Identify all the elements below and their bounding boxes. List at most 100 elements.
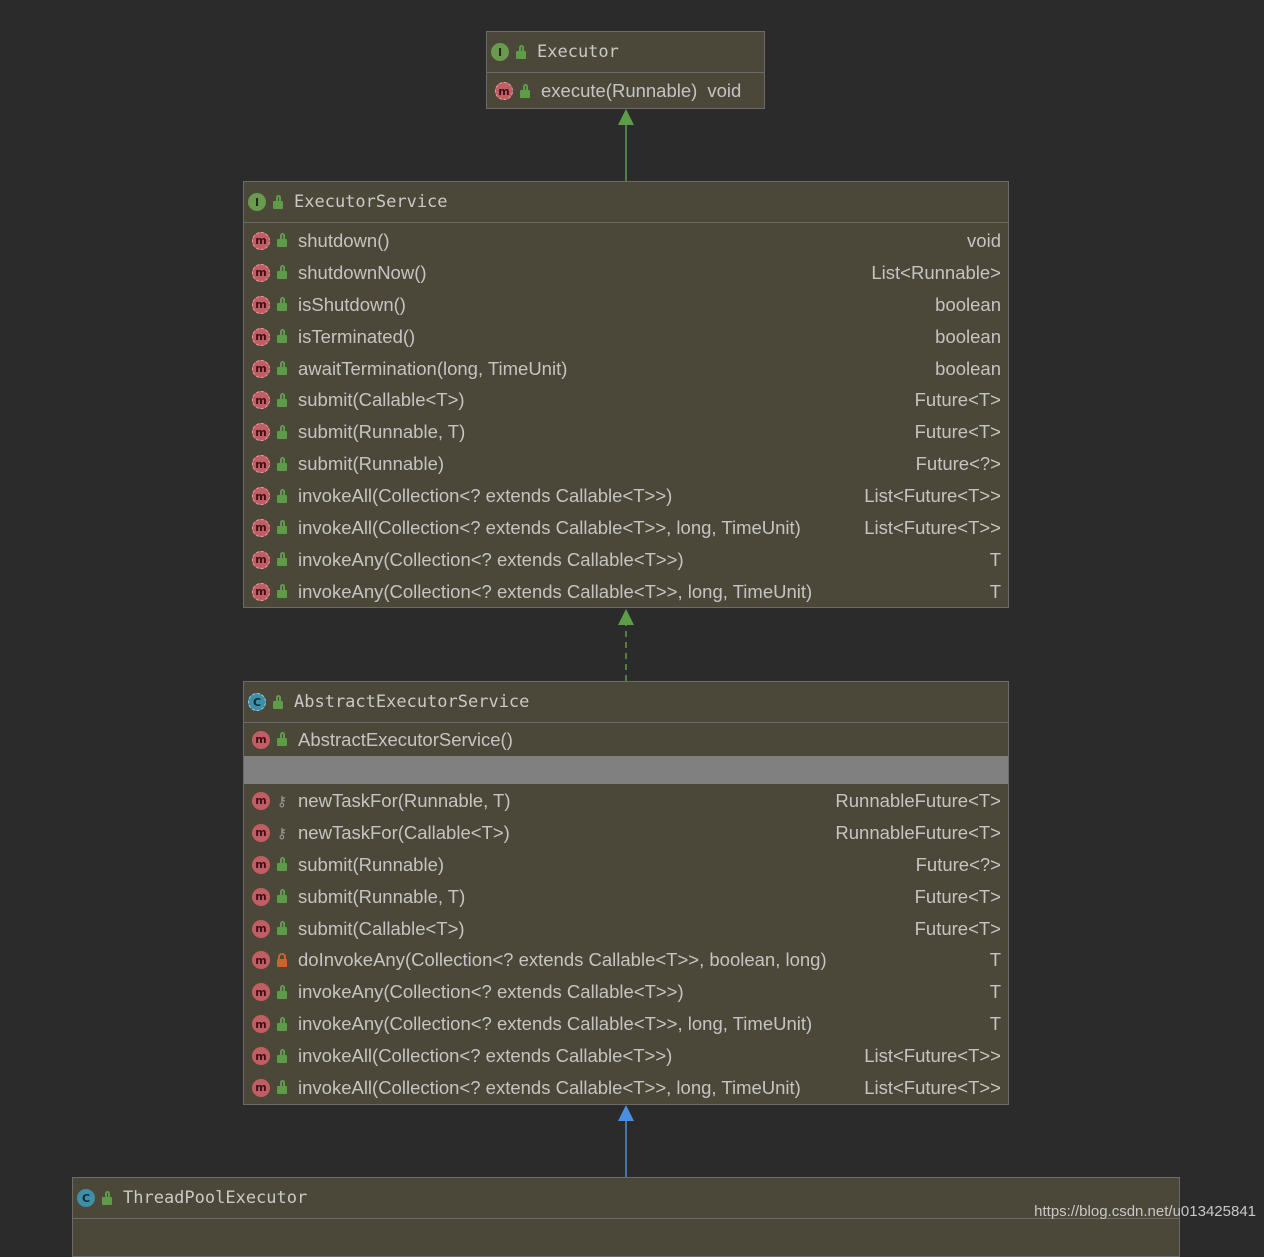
method-row[interactable]: m submit(Runnable, T) Future<T> bbox=[244, 881, 1008, 913]
method-name: invokeAny(Collection<? extends Callable<… bbox=[298, 580, 813, 602]
method-name: submit(Runnable, T) bbox=[298, 421, 466, 443]
public-lock-icon bbox=[274, 520, 290, 536]
method-name: invokeAll(Collection<? extends Callable<… bbox=[298, 1045, 673, 1067]
public-lock-icon bbox=[274, 584, 290, 600]
method-return-type: T bbox=[989, 949, 1001, 971]
method-row[interactable]: m invokeAny(Collection<? extends Callable… bbox=[244, 1008, 1008, 1040]
method-name: doInvokeAny(Collection<? extends Callabl… bbox=[298, 949, 827, 971]
fields-separator bbox=[244, 756, 1008, 784]
method-return-type: T bbox=[989, 981, 1001, 1003]
node-title: AbstractExecutorService bbox=[294, 692, 530, 712]
public-lock-icon bbox=[274, 488, 290, 504]
method-row[interactable]: m isTerminated() boolean bbox=[244, 321, 1008, 353]
threadpoolexecutor-node[interactable]: C ThreadPoolExecutor bbox=[72, 1177, 1180, 1257]
abstract-method-icon: m bbox=[495, 82, 513, 100]
node-title: ExecutorService bbox=[294, 192, 448, 212]
method-name: newTaskFor(Callable<T>) bbox=[298, 821, 510, 843]
method-return-type: T bbox=[989, 548, 1001, 570]
public-lock-icon bbox=[274, 1080, 290, 1096]
method-return-type: List<Future<T>> bbox=[864, 516, 1001, 538]
method-name: shutdownNow() bbox=[298, 261, 427, 283]
protected-key-icon: ⚷ bbox=[276, 824, 288, 841]
method-name: newTaskFor(Runnable, T) bbox=[298, 789, 511, 811]
method-name: invokeAny(Collection<? extends Callable<… bbox=[298, 548, 684, 570]
method-row[interactable]: m invokeAll(Collection<? extends Callable… bbox=[244, 1040, 1008, 1072]
method-icon: m bbox=[252, 855, 270, 874]
method-icon: m bbox=[252, 823, 270, 842]
method-name: isShutdown() bbox=[298, 293, 406, 315]
public-lock-icon bbox=[274, 456, 290, 472]
method-return-type: Future<?> bbox=[915, 453, 1001, 475]
method-row[interactable]: m doInvokeAny(Collection<? extends Callab… bbox=[244, 944, 1008, 976]
method-row[interactable]: m execute(Runnable) void bbox=[487, 73, 764, 109]
method-row[interactable]: m submit(Runnable, T) Future<T> bbox=[244, 416, 1008, 448]
method-icon: m bbox=[252, 730, 270, 749]
method-name: invokeAll(Collection<? extends Callable<… bbox=[298, 485, 673, 507]
method-return-type: Future<T> bbox=[914, 917, 1001, 939]
method-name: invokeAll(Collection<? extends Callable<… bbox=[298, 1076, 801, 1098]
method-icon: m bbox=[252, 1015, 270, 1034]
method-row[interactable]: m submit(Runnable) Future<?> bbox=[244, 448, 1008, 480]
abstract-method-icon: m bbox=[252, 391, 270, 410]
node-title: ThreadPoolExecutor bbox=[123, 1188, 308, 1208]
method-name: invokeAll(Collection<? extends Callable<… bbox=[298, 516, 801, 538]
node-header: I ExecutorService bbox=[244, 182, 1008, 223]
method-row[interactable]: m ⚷ newTaskFor(Callable<T>) RunnableFuture<… bbox=[244, 817, 1008, 849]
method-row[interactable]: m invokeAny(Collection<? extends Callable… bbox=[244, 976, 1008, 1008]
public-lock-icon bbox=[274, 392, 290, 408]
method-name: submit(Callable<T>) bbox=[298, 389, 465, 411]
abstract-method-icon: m bbox=[252, 359, 270, 378]
public-lock-icon bbox=[274, 1016, 290, 1032]
method-return-type: List<Future<T>> bbox=[864, 485, 1001, 507]
abstractexecutorservice-node[interactable]: C AbstractExecutorService m AbstractExec… bbox=[243, 681, 1009, 1105]
protected-key-icon: ⚷ bbox=[276, 792, 288, 809]
executorservice-node[interactable]: I ExecutorService m shutdown() void m shutdo… bbox=[243, 181, 1009, 608]
abstract-method-icon: m bbox=[252, 518, 270, 537]
public-lock-icon bbox=[274, 732, 290, 748]
method-row[interactable]: m awaitTermination(long, TimeUnit) boolean bbox=[244, 353, 1008, 385]
method-return-type: Future<T> bbox=[914, 421, 1001, 443]
method-icon: m bbox=[252, 791, 270, 810]
method-name: awaitTermination(long, TimeUnit) bbox=[298, 357, 568, 379]
method-row[interactable]: m invokeAll(Collection<? extends Callable… bbox=[244, 512, 1008, 544]
method-name: submit(Runnable, T) bbox=[298, 885, 466, 907]
method-icon: m bbox=[252, 983, 270, 1002]
method-icon: m bbox=[252, 919, 270, 938]
method-row[interactable]: m invokeAll(Collection<? extends Callable… bbox=[244, 1072, 1008, 1104]
private-lock-icon bbox=[274, 952, 290, 968]
method-return-type: boolean bbox=[935, 293, 1001, 315]
method-return-type: void bbox=[707, 80, 742, 101]
edge-arrowhead-executor bbox=[618, 109, 634, 125]
constructor-name: AbstractExecutorService() bbox=[298, 728, 513, 750]
method-row[interactable]: m shutdownNow() List<Runnable> bbox=[244, 257, 1008, 289]
edge-arrowhead-executorservice bbox=[618, 609, 634, 625]
method-row[interactable]: m invokeAny(Collection<? extends Callable… bbox=[244, 544, 1008, 576]
method-return-type: List<Future<T>> bbox=[864, 1076, 1001, 1098]
method-name: execute(Runnable) bbox=[541, 80, 698, 101]
method-row[interactable]: m submit(Callable<T>) Future<T> bbox=[244, 384, 1008, 416]
method-row[interactable]: m ⚷ newTaskFor(Runnable, T) RunnableFuture<… bbox=[244, 785, 1008, 817]
method-row[interactable]: m invokeAny(Collection<? extends Callable… bbox=[244, 576, 1008, 608]
method-row[interactable]: m shutdown() void bbox=[244, 225, 1008, 257]
node-header: C AbstractExecutorService bbox=[244, 682, 1008, 723]
constructor-row[interactable]: m AbstractExecutorService() bbox=[244, 723, 1008, 756]
abstract-method-icon: m bbox=[252, 487, 270, 506]
public-lock-icon bbox=[274, 889, 290, 905]
public-lock-icon bbox=[274, 552, 290, 568]
public-lock-icon bbox=[274, 233, 290, 249]
public-lock-icon bbox=[274, 1048, 290, 1064]
executor-node[interactable]: I Executor m execute(Runnable) void bbox=[486, 31, 765, 109]
abstract-class-icon: C bbox=[248, 693, 266, 711]
interface-icon: I bbox=[491, 43, 509, 61]
method-row[interactable]: m submit(Callable<T>) Future<T> bbox=[244, 913, 1008, 945]
method-row[interactable]: m isShutdown() boolean bbox=[244, 289, 1008, 321]
public-lock-icon bbox=[274, 921, 290, 937]
method-return-type: void bbox=[967, 229, 1001, 251]
method-icon: m bbox=[252, 951, 270, 970]
method-row[interactable]: m invokeAll(Collection<? extends Callable… bbox=[244, 480, 1008, 512]
method-return-type: RunnableFuture<T> bbox=[835, 821, 1001, 843]
method-return-type: boolean bbox=[935, 325, 1001, 347]
method-row[interactable]: m submit(Runnable) Future<?> bbox=[244, 849, 1008, 881]
method-return-type: Future<?> bbox=[915, 853, 1001, 875]
public-lock-icon bbox=[274, 857, 290, 873]
